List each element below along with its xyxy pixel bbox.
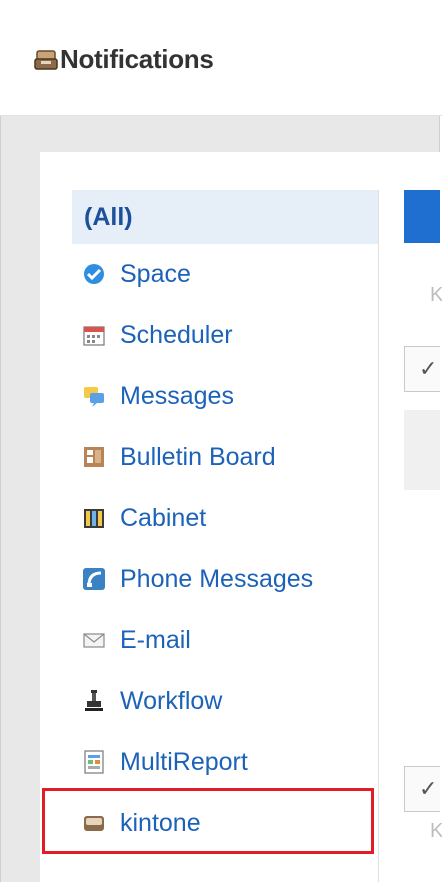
sidebar-item-label: Messages bbox=[120, 381, 234, 410]
category-sidebar: (All) Space Scheduler Messages Bulletin … bbox=[72, 190, 378, 882]
column-header-text-bottom: K bbox=[430, 820, 442, 842]
sidebar-item-workflow[interactable]: Workflow bbox=[72, 674, 378, 728]
calendar-icon bbox=[82, 323, 106, 347]
kintone-highlight-box bbox=[42, 788, 374, 854]
notifications-tray-icon bbox=[34, 49, 58, 71]
checkmark-icon: ✓ bbox=[419, 776, 438, 801]
bulletin-board-icon bbox=[82, 445, 106, 469]
cabinet-icon bbox=[82, 506, 106, 530]
page-title: Notifications bbox=[60, 44, 214, 74]
sidebar-item-cabinet[interactable]: Cabinet bbox=[72, 491, 378, 545]
checkmark-icon: ✓ bbox=[419, 356, 438, 381]
sidebar-item-space[interactable]: Space bbox=[72, 247, 378, 301]
sidebar-item-label: Workflow bbox=[120, 686, 223, 715]
sidebar-item-phone-messages[interactable]: Phone Messages bbox=[72, 552, 378, 606]
sidebar-item-label: Scheduler bbox=[120, 320, 233, 349]
select-all-checkbox[interactable]: ✓ bbox=[404, 346, 440, 392]
sidebar-item-label: MultiReport bbox=[120, 747, 248, 776]
sidebar-item-label: (All) bbox=[84, 202, 133, 231]
report-icon bbox=[82, 750, 106, 774]
primary-action-button[interactable] bbox=[404, 190, 440, 243]
sidebar-item-all[interactable]: (All) bbox=[72, 190, 378, 244]
speech-bubble-icon bbox=[82, 384, 106, 408]
title-wrap: Notifications bbox=[34, 44, 214, 75]
sidebar-item-label: E-mail bbox=[120, 625, 191, 654]
sidebar-item-label: Cabinet bbox=[120, 503, 207, 532]
sidebar-item-scheduler[interactable]: Scheduler bbox=[72, 308, 378, 362]
phone-icon bbox=[82, 567, 106, 591]
sidebar-item-messages[interactable]: Messages bbox=[72, 369, 378, 423]
sidebar-item-multireport[interactable]: MultiReport bbox=[72, 735, 378, 789]
sidebar-item-label: Space bbox=[120, 259, 191, 288]
stamp-icon bbox=[82, 689, 106, 713]
sidebar-item-label: Bulletin Board bbox=[120, 442, 276, 471]
sidebar-item-e-mail[interactable]: E-mail bbox=[72, 613, 378, 667]
sidebar-divider bbox=[378, 190, 379, 882]
sidebar-item-label: Phone Messages bbox=[120, 564, 314, 593]
select-all-checkbox-bottom[interactable]: ✓ bbox=[404, 766, 440, 812]
list-row bbox=[404, 410, 440, 490]
sidebar-item-bulletin-board[interactable]: Bulletin Board bbox=[72, 430, 378, 484]
page-header: Notifications bbox=[0, 0, 442, 116]
space-icon bbox=[82, 262, 106, 286]
envelope-icon bbox=[82, 628, 106, 652]
column-header-text: K bbox=[430, 284, 442, 306]
